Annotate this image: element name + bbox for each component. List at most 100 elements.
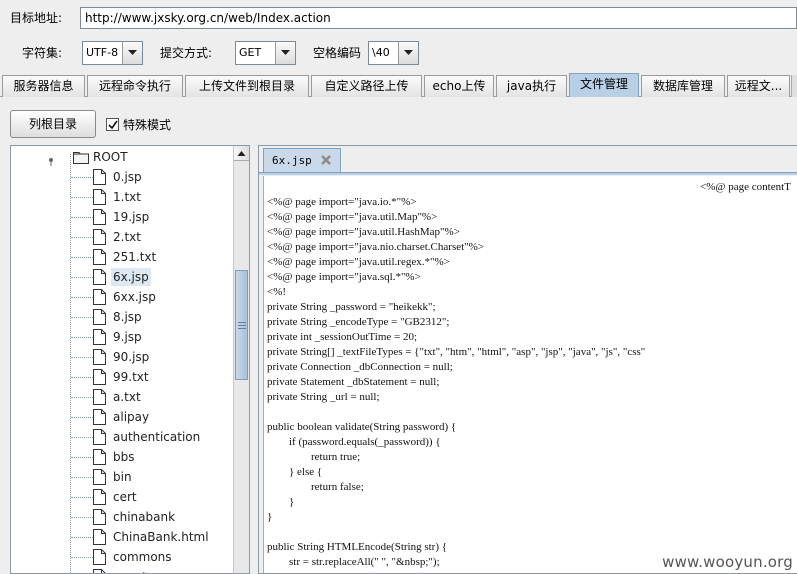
code-line: <%!: [267, 286, 287, 298]
file-tree: ROOT 0.jsp 1.txt 19.jsp 2.txt 251.txt 6x.jsp 6…: [11, 146, 234, 573]
scroll-grip: [238, 325, 246, 326]
tree-vertical-scrollbar[interactable]: [233, 146, 249, 573]
chevron-down-icon: [404, 50, 413, 55]
tree-guide-branch: [71, 357, 93, 358]
tree-guide-branch: [71, 557, 93, 558]
file-icon: [93, 189, 106, 205]
folder-icon: [73, 152, 89, 164]
file-icon: [93, 569, 106, 573]
method-dropdown-button[interactable]: [275, 42, 295, 64]
charset-select[interactable]: UTF-8: [82, 41, 143, 65]
method-select[interactable]: GET: [235, 41, 296, 65]
tree-item-label: 99.txt: [113, 370, 149, 384]
file-icon: [93, 469, 106, 485]
special-mode-checkbox[interactable]: [106, 118, 119, 131]
file-icon: [93, 389, 106, 405]
file-icon: [93, 249, 106, 265]
method-label: 提交方式:: [160, 46, 213, 60]
file-tree-panel: ROOT 0.jsp 1.txt 19.jsp 2.txt 251.txt 6x.jsp 6…: [10, 145, 250, 574]
tree-guide-branch: [71, 337, 93, 338]
webshell-manager-window: 目标地址: http://www.jxsky.org.cn/web/Index.…: [0, 0, 797, 574]
file-icon: [93, 529, 106, 545]
tree-item-label: chinabank: [113, 510, 176, 524]
tree-guide-branch: [71, 377, 93, 378]
tree-item-label: alipay: [113, 410, 150, 424]
tree-item-label: count: [111, 568, 149, 573]
checkmark-icon: [108, 120, 118, 130]
target-row: 目标地址: http://www.jxsky.org.cn/web/Index.…: [0, 0, 797, 36]
code-line: return false;: [267, 481, 364, 493]
target-url-input[interactable]: http://www.jxsky.org.cn/web/Index.action: [80, 7, 797, 29]
space-encoding-select[interactable]: \40: [368, 41, 419, 65]
main-tabs: 服务器信息 远程命令执行 上传文件到根目录 自定义路径上传 echo上传 jav…: [0, 73, 797, 97]
code-line: private Statement _dbStatement = null;: [267, 376, 440, 388]
tree-item-label: 251.txt: [113, 250, 157, 264]
tab-database[interactable]: 数据库管理: [641, 75, 725, 97]
file-icon: [93, 429, 106, 445]
file-icon: [93, 309, 106, 325]
tab-custom-upload[interactable]: 自定义路径上传: [311, 75, 422, 97]
file-icon: [93, 449, 106, 465]
editor-tab-underline: [259, 172, 797, 175]
editor-tab-file[interactable]: 6x.jsp: [263, 148, 341, 172]
tree-item-label: ChinaBank.html: [113, 530, 209, 544]
tree-guide-branch: [71, 317, 93, 318]
tree-guide-branch: [71, 397, 93, 398]
space-encoding-label: 空格编码: [313, 46, 362, 60]
tab-remote-file[interactable]: 远程文...: [727, 75, 790, 97]
tab-upload-root[interactable]: 上传文件到根目录: [185, 75, 309, 97]
file-icon: [93, 209, 106, 225]
code-line: }: [267, 496, 295, 508]
tree-guide-branch: [71, 417, 93, 418]
code-line: return true;: [267, 451, 361, 463]
scroll-grip: [238, 322, 246, 323]
file-icon: [93, 509, 106, 525]
tab-java-exec[interactable]: java执行: [496, 75, 567, 97]
code-header-line: <%@ page contentT: [700, 181, 791, 193]
scroll-thumb[interactable]: [235, 270, 248, 380]
tab-scroll-arrow[interactable]: [791, 75, 797, 97]
chevron-down-icon: [128, 50, 137, 55]
list-root-button[interactable]: 列根目录: [10, 110, 96, 138]
tree-guide-branch: [71, 257, 93, 258]
code-line: private String _encodeType = "GB2312";: [267, 316, 450, 328]
file-icon: [93, 349, 106, 365]
space-encoding-value: \40: [372, 46, 390, 59]
scroll-grip: [238, 328, 246, 329]
code-line: private String _url = null;: [267, 391, 380, 403]
special-mode-label: 特殊模式: [123, 118, 172, 132]
code-line: }: [267, 511, 273, 523]
tree-item-label: 2.txt: [113, 230, 141, 244]
code-line: if (password.equals(_password)) {: [267, 436, 441, 448]
tab-echo-upload[interactable]: echo上传: [424, 75, 494, 97]
tree-item-label: bin: [113, 470, 132, 484]
file-icon: [93, 369, 106, 385]
tree-expand-handle-icon[interactable]: [45, 154, 57, 166]
space-encoding-dropdown-button[interactable]: [398, 42, 418, 64]
scroll-up-button[interactable]: [234, 146, 249, 161]
target-label: 目标地址:: [10, 11, 63, 25]
close-icon[interactable]: [320, 155, 332, 166]
code-line: <%@ page import="java.util.Map"%>: [267, 211, 438, 223]
code-line: } else {: [267, 466, 323, 478]
file-icon: [93, 169, 106, 185]
code-line: public String HTMLEncode(String str) {: [267, 541, 448, 553]
code-editor[interactable]: <%@ page contentT <%@ page import="java.…: [263, 176, 797, 573]
tree-guide-branch: [71, 297, 93, 298]
tree-item-label: 19.jsp: [113, 210, 150, 224]
watermark-text: www.wooyun.org: [662, 553, 793, 571]
tree-guide-branch: [71, 457, 93, 458]
file-icon: [93, 489, 106, 505]
code-line: <%@ page import="java.util.HashMap"%>: [267, 226, 460, 238]
method-value: GET: [239, 46, 262, 59]
tab-file-manager[interactable]: 文件管理: [569, 73, 639, 97]
file-icon: [93, 329, 106, 345]
tree-guide-branch: [71, 197, 93, 198]
file-icon: [93, 289, 106, 305]
chevron-down-icon: [281, 50, 290, 55]
tree-guide-branch: [71, 497, 93, 498]
tab-server-info[interactable]: 服务器信息: [2, 75, 85, 97]
charset-dropdown-button[interactable]: [122, 42, 142, 64]
tab-remote-command[interactable]: 远程命令执行: [87, 75, 183, 97]
code-line: <%@ page import="java.nio.charset.Charse…: [267, 241, 485, 253]
